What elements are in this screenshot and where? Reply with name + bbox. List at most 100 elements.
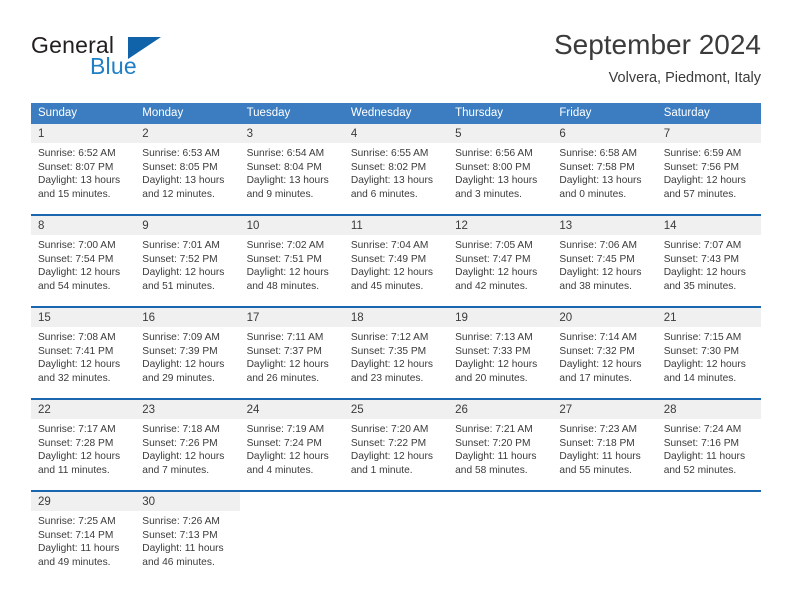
day-cell[interactable]: 18 Sunrise: 7:12 AM Sunset: 7:35 PM Dayl… <box>343 308 449 392</box>
day-cell[interactable]: 6 Sunrise: 6:58 AM Sunset: 7:58 PM Dayli… <box>552 124 657 208</box>
daylight-text-line1: Daylight: 12 hours <box>350 359 433 371</box>
day-number: 21 <box>663 312 677 324</box>
sunrise-text: Sunrise: 7:17 AM <box>38 424 116 435</box>
weekday-header-saturday: Saturday <box>663 107 710 119</box>
day-cell[interactable]: 16 Sunrise: 7:09 AM Sunset: 7:39 PM Dayl… <box>135 308 240 392</box>
day-cell[interactable]: 3 Sunrise: 6:54 AM Sunset: 8:04 PM Dayli… <box>239 124 344 208</box>
day-details: Sunrise: 7:20 AM Sunset: 7:22 PM Dayligh… <box>344 419 448 477</box>
day-cell[interactable]: 12 Sunrise: 7:05 AM Sunset: 7:47 PM Dayl… <box>448 216 553 300</box>
day-number: 25 <box>350 404 364 416</box>
day-number-band: 21 <box>656 308 761 327</box>
daylight-text-line2: and 3 minutes. <box>455 188 522 200</box>
day-number: 13 <box>559 220 573 232</box>
sunset-text: Sunset: 7:30 PM <box>663 345 740 357</box>
sunrise-text: Sunrise: 7:02 AM <box>246 240 325 251</box>
day-cell[interactable]: 30 Sunrise: 7:26 AM Sunset: 7:13 PM Dayl… <box>135 492 240 576</box>
day-cell[interactable]: 28 Sunrise: 7:24 AM Sunset: 7:16 PM Dayl… <box>656 400 761 484</box>
sunset-text: Sunset: 8:00 PM <box>455 161 531 173</box>
day-cell-empty <box>448 492 553 576</box>
calendar-grid: Sunday Monday Tuesday Wednesday Thursday… <box>31 103 761 576</box>
sunset-text: Sunset: 7:45 PM <box>559 253 635 265</box>
day-cell[interactable]: 9 Sunrise: 7:01 AM Sunset: 7:52 PM Dayli… <box>135 216 240 300</box>
day-details: Sunrise: 6:58 AM Sunset: 7:58 PM Dayligh… <box>552 143 656 201</box>
daylight-text-line1: Daylight: 12 hours <box>663 267 746 279</box>
day-cell[interactable]: 26 Sunrise: 7:21 AM Sunset: 7:20 PM Dayl… <box>448 400 553 484</box>
day-cell[interactable]: 17 Sunrise: 7:11 AM Sunset: 7:37 PM Dayl… <box>239 308 344 392</box>
weekday-header-monday: Monday <box>142 107 184 119</box>
day-cell[interactable]: 24 Sunrise: 7:19 AM Sunset: 7:24 PM Dayl… <box>239 400 344 484</box>
day-cell[interactable]: 2 Sunrise: 6:53 AM Sunset: 8:05 PM Dayli… <box>135 124 240 208</box>
day-cell[interactable]: 29 Sunrise: 7:25 AM Sunset: 7:14 PM Dayl… <box>31 492 136 576</box>
day-cell[interactable]: 14 Sunrise: 7:07 AM Sunset: 7:43 PM Dayl… <box>656 216 761 300</box>
daylight-text-line1: Daylight: 12 hours <box>559 359 642 371</box>
day-number-band: 6 <box>552 124 657 143</box>
brand-logo[interactable]: General Blue <box>31 32 251 92</box>
sunset-text: Sunset: 7:49 PM <box>350 253 427 265</box>
sunset-text: Sunset: 7:32 PM <box>559 345 635 357</box>
daylight-text-line2: and 0 minutes. <box>559 188 627 200</box>
sunset-text: Sunset: 7:47 PM <box>455 253 531 265</box>
daylight-text-line2: and 57 minutes. <box>663 188 737 200</box>
day-cell[interactable]: 27 Sunrise: 7:23 AM Sunset: 7:18 PM Dayl… <box>552 400 657 484</box>
sunrise-text: Sunrise: 7:14 AM <box>559 332 637 343</box>
day-cell[interactable]: 1 Sunrise: 6:52 AM Sunset: 8:07 PM Dayli… <box>31 124 136 208</box>
day-number-band: 18 <box>343 308 449 327</box>
day-cell[interactable]: 19 Sunrise: 7:13 AM Sunset: 7:33 PM Dayl… <box>448 308 553 392</box>
sunrise-text: Sunrise: 7:09 AM <box>142 332 220 343</box>
day-number: 26 <box>455 404 468 416</box>
day-number: 16 <box>142 312 156 324</box>
day-number-band: 13 <box>552 216 657 235</box>
day-cell[interactable]: 21 Sunrise: 7:15 AM Sunset: 7:30 PM Dayl… <box>656 308 761 392</box>
weekday-header-friday: Friday <box>559 107 592 119</box>
day-number-band: 8 <box>31 216 136 235</box>
day-cell[interactable]: 25 Sunrise: 7:20 AM Sunset: 7:22 PM Dayl… <box>343 400 449 484</box>
day-details: Sunrise: 7:13 AM Sunset: 7:33 PM Dayligh… <box>448 327 552 385</box>
daylight-text-line2: and 51 minutes. <box>142 280 215 292</box>
daylight-text-line1: Daylight: 11 hours <box>663 451 746 463</box>
week-row: 29 Sunrise: 7:25 AM Sunset: 7:14 PM Dayl… <box>31 490 761 576</box>
week-row: 1 Sunrise: 6:52 AM Sunset: 8:07 PM Dayli… <box>31 124 761 208</box>
day-number-band: 1 <box>31 124 136 143</box>
day-details: Sunrise: 7:11 AM Sunset: 7:37 PM Dayligh… <box>240 327 344 385</box>
day-cell[interactable]: 5 Sunrise: 6:56 AM Sunset: 8:00 PM Dayli… <box>448 124 553 208</box>
sunset-text: Sunset: 8:04 PM <box>246 161 322 173</box>
daylight-text-line1: Daylight: 11 hours <box>455 451 537 463</box>
day-number: 11 <box>350 220 363 232</box>
day-cell[interactable]: 15 Sunrise: 7:08 AM Sunset: 7:41 PM Dayl… <box>31 308 136 392</box>
sunset-text: Sunset: 7:26 PM <box>142 437 218 449</box>
day-number-band <box>239 492 344 511</box>
day-cell[interactable]: 20 Sunrise: 7:14 AM Sunset: 7:32 PM Dayl… <box>552 308 657 392</box>
daylight-text-line2: and 1 minute. <box>350 464 413 476</box>
day-cell[interactable]: 8 Sunrise: 7:00 AM Sunset: 7:54 PM Dayli… <box>31 216 136 300</box>
day-number-band: 12 <box>448 216 553 235</box>
day-details: Sunrise: 7:21 AM Sunset: 7:20 PM Dayligh… <box>448 419 552 477</box>
daylight-text-line2: and 42 minutes. <box>455 280 528 292</box>
sunset-text: Sunset: 8:02 PM <box>350 161 427 173</box>
day-details: Sunrise: 7:19 AM Sunset: 7:24 PM Dayligh… <box>240 419 344 477</box>
day-number: 28 <box>663 404 677 416</box>
day-number-band: 9 <box>135 216 240 235</box>
day-cell[interactable]: 23 Sunrise: 7:18 AM Sunset: 7:26 PM Dayl… <box>135 400 240 484</box>
daylight-text-line1: Daylight: 12 hours <box>142 359 225 371</box>
day-details: Sunrise: 7:01 AM Sunset: 7:52 PM Dayligh… <box>135 235 239 293</box>
sunset-text: Sunset: 7:52 PM <box>142 253 218 265</box>
day-cell[interactable]: 11 Sunrise: 7:04 AM Sunset: 7:49 PM Dayl… <box>343 216 449 300</box>
day-cell[interactable]: 22 Sunrise: 7:17 AM Sunset: 7:28 PM Dayl… <box>31 400 136 484</box>
day-details: Sunrise: 7:23 AM Sunset: 7:18 PM Dayligh… <box>552 419 656 477</box>
day-cell[interactable]: 7 Sunrise: 6:59 AM Sunset: 7:56 PM Dayli… <box>656 124 761 208</box>
daylight-text-line1: Daylight: 12 hours <box>350 451 433 463</box>
day-cell[interactable]: 10 Sunrise: 7:02 AM Sunset: 7:51 PM Dayl… <box>239 216 344 300</box>
sunrise-text: Sunrise: 6:54 AM <box>246 148 325 159</box>
sunrise-text: Sunrise: 7:08 AM <box>38 332 116 343</box>
day-details: Sunrise: 7:09 AM Sunset: 7:39 PM Dayligh… <box>135 327 239 385</box>
day-number-band: 26 <box>448 400 553 419</box>
sunrise-text: Sunrise: 7:21 AM <box>455 424 533 435</box>
sunset-text: Sunset: 7:16 PM <box>663 437 740 449</box>
day-cell[interactable]: 4 Sunrise: 6:55 AM Sunset: 8:02 PM Dayli… <box>343 124 449 208</box>
sunrise-text: Sunrise: 7:12 AM <box>350 332 429 343</box>
day-number: 29 <box>38 496 51 508</box>
day-number-band <box>343 492 449 511</box>
day-cell[interactable]: 13 Sunrise: 7:06 AM Sunset: 7:45 PM Dayl… <box>552 216 657 300</box>
sunset-text: Sunset: 7:20 PM <box>455 437 531 449</box>
day-number-band: 25 <box>343 400 449 419</box>
